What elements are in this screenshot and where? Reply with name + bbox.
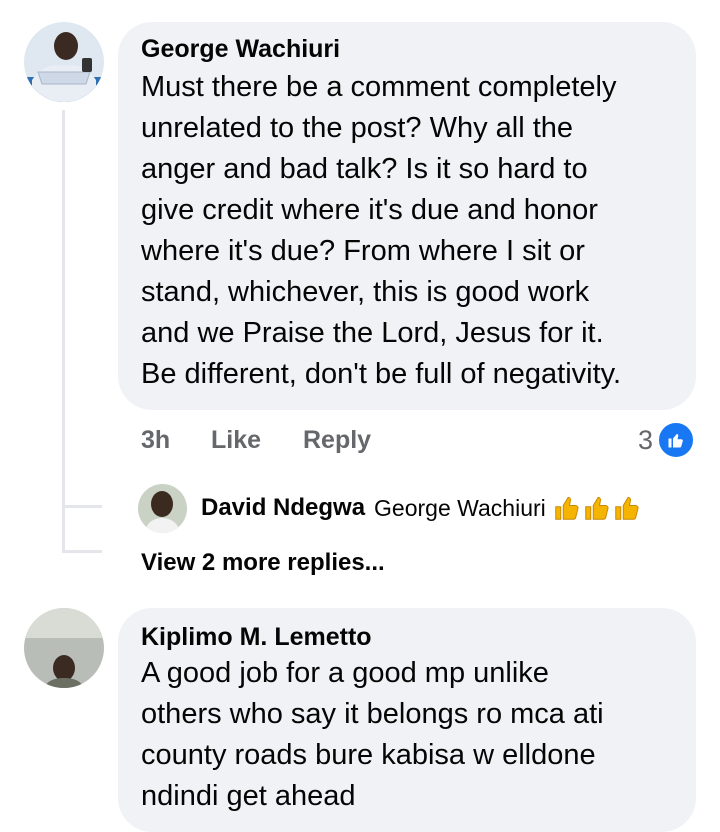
reply-mention[interactable]: George Wachiuri bbox=[374, 495, 546, 522]
thread-line-vertical bbox=[62, 110, 65, 550]
reply-emoji bbox=[552, 493, 642, 523]
comment-bubble: George Wachiuri Must there be a comment … bbox=[118, 22, 696, 410]
view-more-replies-button[interactable]: View 2 more replies... bbox=[141, 549, 385, 577]
avatar-george-wachiuri[interactable] bbox=[24, 22, 104, 102]
comment-text: Must there be a comment completely unrel… bbox=[141, 71, 622, 390]
thread-line-branch-reply bbox=[62, 505, 102, 508]
avatar-david-ndegwa[interactable] bbox=[138, 483, 187, 533]
avatar-kiplimo-lemetto[interactable] bbox=[24, 608, 104, 688]
like-button[interactable]: Like bbox=[211, 426, 261, 455]
thumbs-up-icon bbox=[615, 496, 639, 520]
comment-text: A good job for a good mp unlike others w… bbox=[141, 657, 604, 812]
reaction-count: 3 bbox=[638, 424, 654, 455]
reaction-summary[interactable]: 3 bbox=[638, 421, 696, 459]
thread-line-branch-more bbox=[62, 550, 102, 553]
comment-author[interactable]: George Wachiuri bbox=[141, 34, 674, 64]
thumbs-up-icon bbox=[585, 496, 609, 520]
comment-actions: 3h Like Reply bbox=[0, 426, 720, 456]
comment-timestamp[interactable]: 3h bbox=[141, 426, 170, 455]
thumbs-up-icon bbox=[555, 496, 579, 520]
reply-button[interactable]: Reply bbox=[303, 426, 371, 455]
like-icon bbox=[657, 421, 696, 459]
comment-bubble: Kiplimo M. Lemetto A good job for a good… bbox=[118, 608, 696, 832]
reply-author[interactable]: David Ndegwa bbox=[201, 494, 365, 522]
comment-author[interactable]: Kiplimo M. Lemetto bbox=[141, 622, 674, 652]
reply-item: David Ndegwa George Wachiuri bbox=[138, 483, 642, 533]
